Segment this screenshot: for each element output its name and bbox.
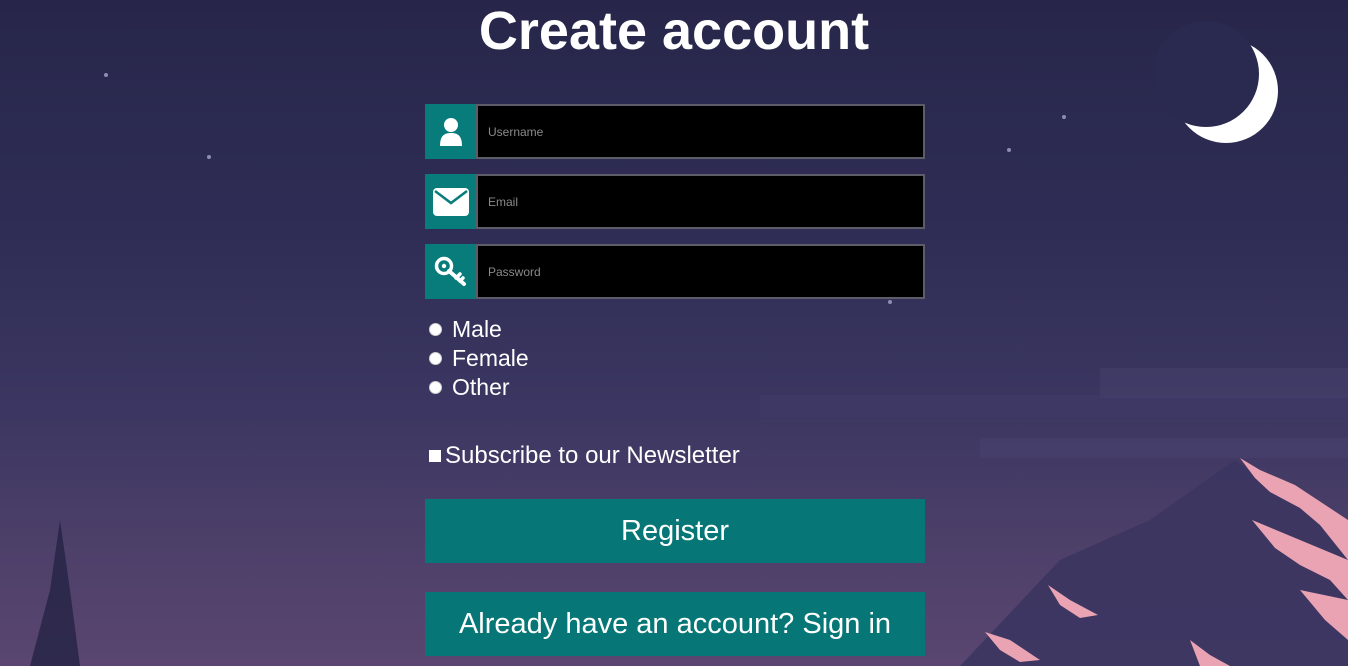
newsletter-label: Subscribe to our Newsletter (445, 442, 740, 469)
password-icon-box (425, 244, 476, 299)
radio-button[interactable] (429, 380, 442, 394)
envelope-icon (432, 187, 469, 216)
radio-button[interactable] (429, 351, 442, 365)
password-input[interactable] (476, 244, 925, 299)
username-field (425, 104, 925, 159)
tree-silhouette (30, 520, 80, 666)
radio-label: Other (452, 373, 510, 400)
password-field (425, 244, 925, 299)
radio-label: Female (452, 344, 529, 371)
email-field (425, 174, 925, 229)
radio-other[interactable]: Other (429, 374, 510, 400)
register-button[interactable]: Register (425, 499, 925, 563)
night-sky-background (30, 21, 1348, 666)
radio-female[interactable]: Female (429, 345, 529, 371)
page-title: Create account (478, 1, 870, 61)
radio-male[interactable]: Male (429, 316, 502, 342)
email-icon-box (425, 174, 476, 229)
newsletter-checkbox[interactable] (429, 450, 441, 462)
email-input[interactable] (476, 174, 925, 229)
user-icon (439, 117, 462, 146)
user-icon-box (425, 104, 476, 159)
radio-label: Male (452, 315, 502, 342)
newsletter-checkbox-row[interactable]: Subscribe to our Newsletter (429, 441, 740, 471)
radio-button[interactable] (429, 322, 442, 336)
sign-in-button[interactable]: Already have an account? Sign in (425, 592, 925, 656)
key-icon (434, 256, 466, 286)
username-input[interactable] (476, 104, 925, 159)
